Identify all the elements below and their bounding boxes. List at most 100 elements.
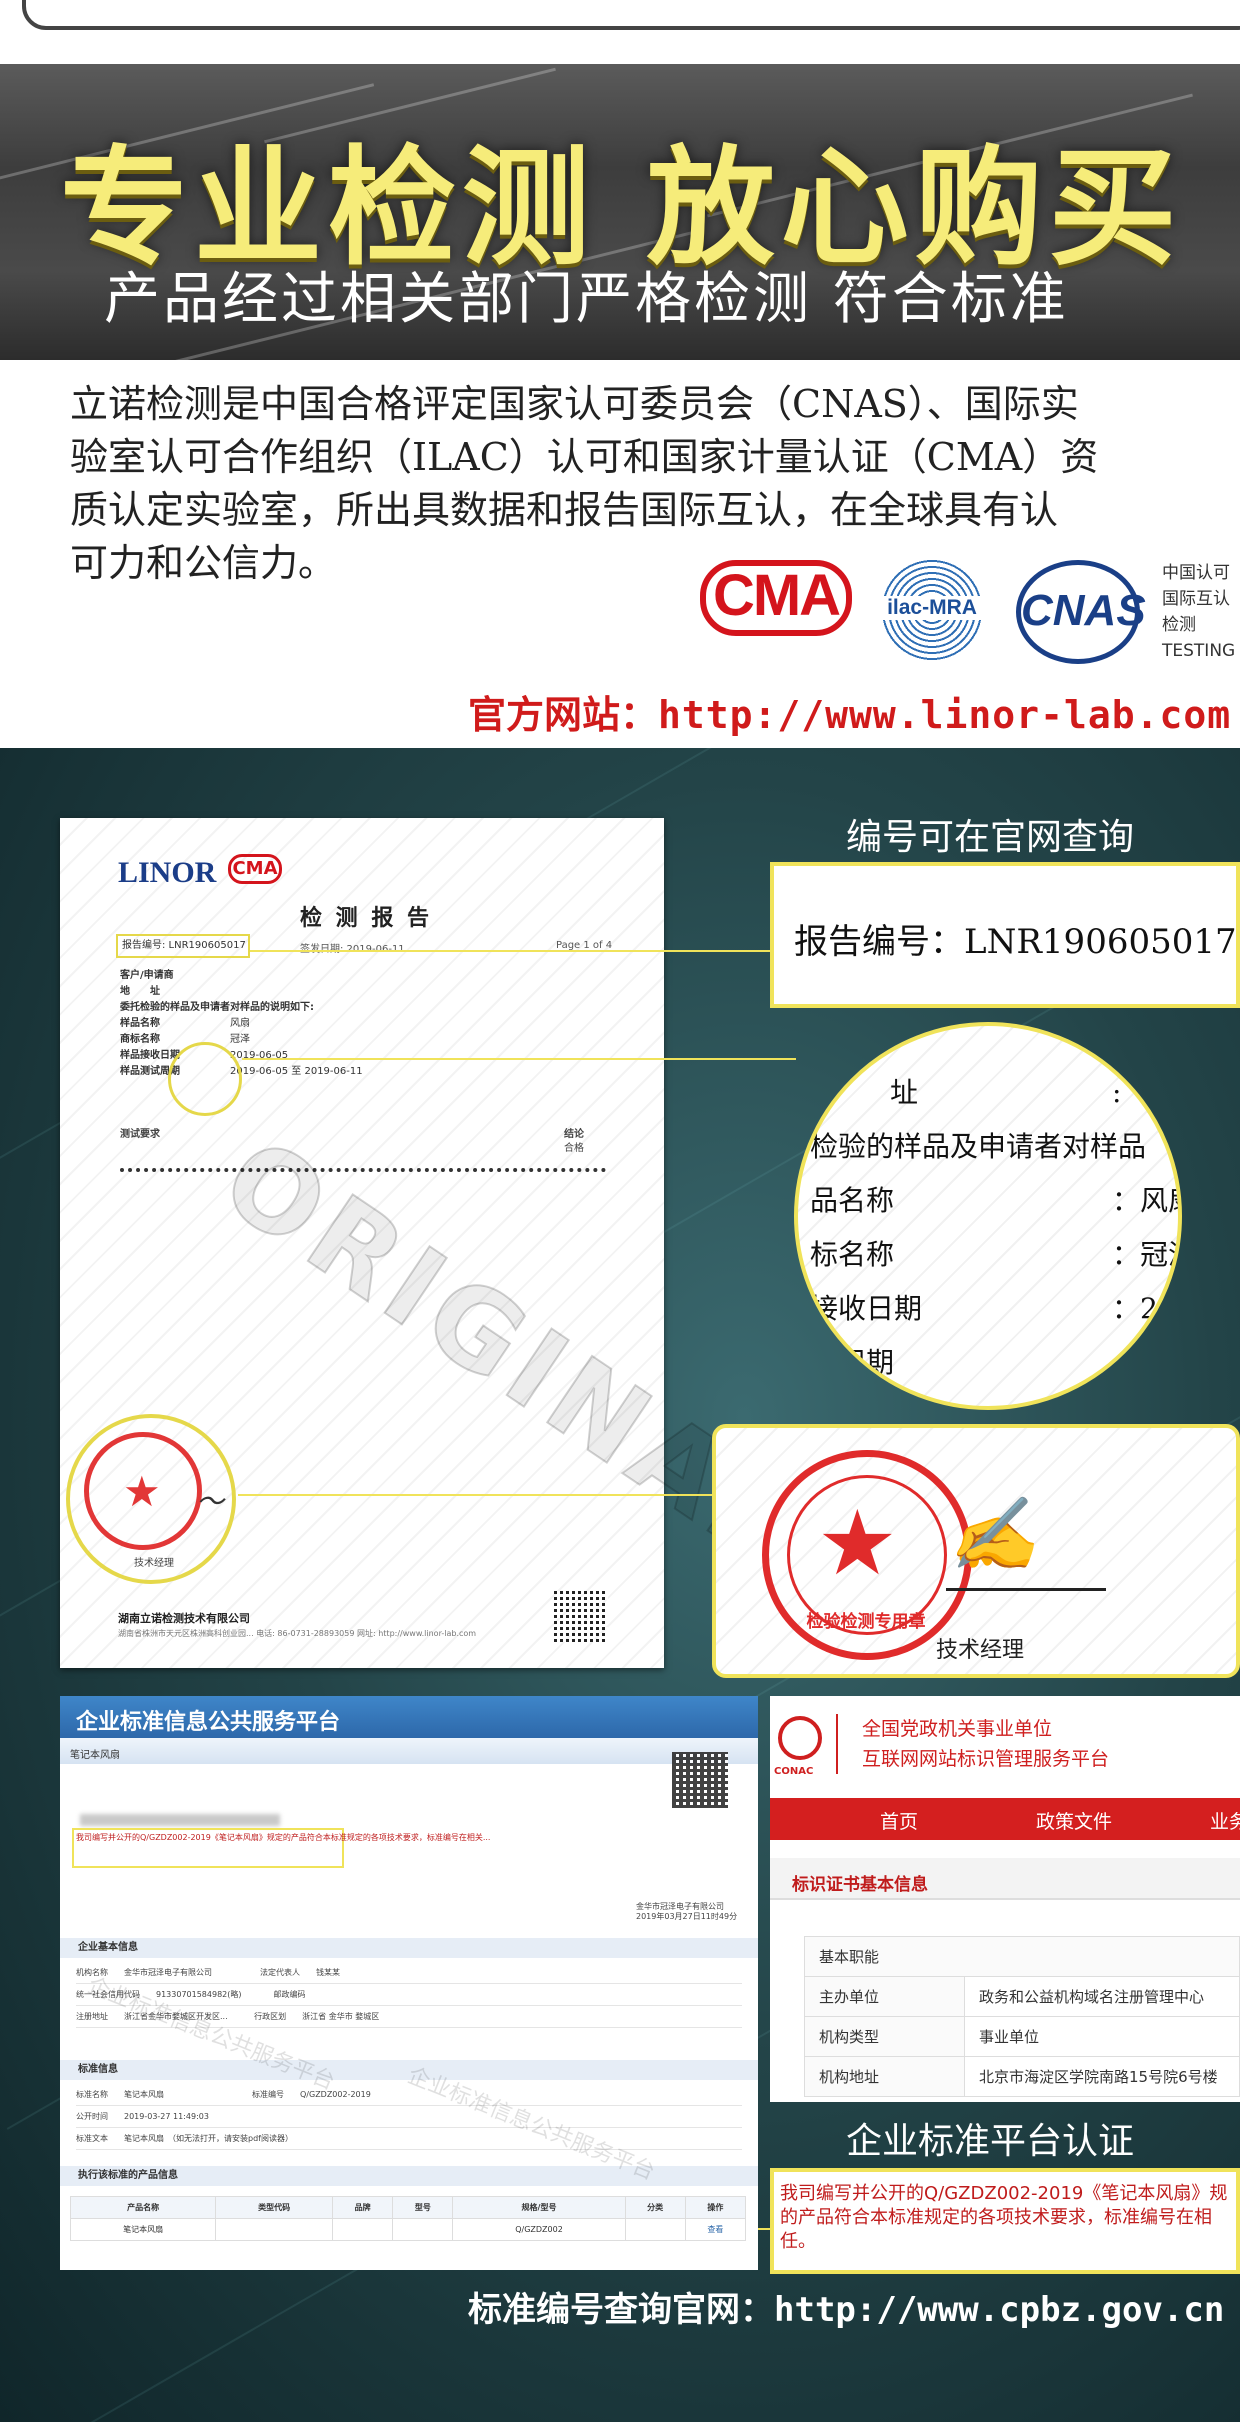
- signer-title: 技术经理: [936, 1638, 1025, 1663]
- seal-text: 检验检测专用章: [806, 1612, 926, 1632]
- standard-info-grid: 标准名称 笔记本风扇 标准编号 Q/GZDZ002-2019 公开时间 2019…: [76, 2084, 742, 2150]
- connector-line: [250, 950, 770, 952]
- table-row: 机构类型 事业单位: [804, 2016, 1240, 2057]
- conac-website-screenshot: CONAC 全国党政机关事业单位 互联网网站标识管理服务平台 首页 政策文件 业…: [770, 1696, 1240, 2102]
- table-row: 机构地址 北京市海淀区学院南路15号院6号楼: [804, 2056, 1240, 2097]
- report-number-text: 报告编号：LNR190605017: [794, 922, 1237, 962]
- intro-section: 立诺检测是中国合格评定国家认可委员会（CNAS）、国际实 验室认可合作组织（IL…: [0, 360, 1240, 748]
- nav-item-business[interactable]: 业务: [1210, 1807, 1240, 1834]
- view-link[interactable]: 查看: [684, 2218, 747, 2241]
- seal-callout: ★ 检验检测专用章 ✍ 技术经理: [712, 1424, 1240, 1678]
- report-field-row: 客户/申请商: [120, 970, 174, 981]
- report-conclusion: 测试要求 结论 合格: [120, 1129, 584, 1154]
- conac-emblem-icon: [778, 1716, 822, 1760]
- divider: [836, 1714, 838, 1774]
- connector-line: [242, 1058, 796, 1060]
- conac-nav-bar: 首页 政策文件 业务: [770, 1798, 1240, 1840]
- small-seal: ★: [84, 1432, 202, 1550]
- top-rounded-box: [22, 0, 1240, 30]
- query-label: 编号可在官网查询: [846, 817, 1135, 858]
- star-icon: ★: [817, 1491, 898, 1596]
- report-qr-code: [554, 1588, 608, 1642]
- official-website: 官方网站：http://www.linor-lab.com: [468, 684, 1231, 739]
- ilac-mra-label: ilac-MRA: [880, 596, 984, 620]
- report-zoom-circle: 址: 检验的样品及申请者对样品 品名称：风扇 标名称：冠泽 接收日期：201 试…: [794, 1022, 1182, 1410]
- enterprise-standard-platform-screenshot: 企业标准信息公共服务平台 笔记本风扇 我司编写并公开的Q/GZDZ002-201…: [60, 1696, 758, 2270]
- conac-badge-text: CONAC: [774, 1766, 814, 1777]
- report-cma-mark: CMA: [228, 854, 282, 884]
- star-icon: ★: [123, 1467, 161, 1516]
- testing-seal: ★ 检验检测专用章: [762, 1450, 972, 1660]
- platform-header: 企业标准信息公共服务平台: [60, 1696, 758, 1738]
- standard-notice-text: 我司编写并公开的Q/GZDZ002-2019《笔记本风扇》规 的产品符合本标准规…: [780, 2183, 1228, 2252]
- intro-line: 质认定实验室，所出具数据和报告国际互认，在全球具有认: [70, 488, 1059, 532]
- report-footer: 湖南省株洲市天元区株洲高科创业园... 电话: 86-0731-28893059…: [118, 1629, 477, 1638]
- standard-query-url-link[interactable]: http://www.cpbz.gov.cn: [774, 2290, 1224, 2330]
- zoom-lines: 址: 检验的样品及申请者对样品 品名称：风扇 标名称：冠泽 接收日期：201 试…: [810, 1066, 1178, 1390]
- banner: 专业检测 放心购买 产品经过相关部门严格检测 符合标准: [0, 64, 1240, 360]
- seal-source-circle: ★ 〜 技术经理: [66, 1414, 236, 1584]
- report-company: 湖南立诺检测技术有限公司: [118, 1612, 250, 1625]
- zoom-source-circle: [168, 1042, 242, 1116]
- conac-title-2: 互联网网站标识管理服务平台: [862, 1748, 1110, 1770]
- zoom-line: 检验的样品及申请者对样品: [810, 1130, 1147, 1163]
- platform-notice-text: 我司编写并公开的Q/GZDZ002-2019《笔记本风扇》规定的产品符合本标准规…: [76, 1833, 491, 1842]
- dotted-divider: [120, 1168, 606, 1172]
- connector-line: [238, 1494, 712, 1496]
- table-header-row: 产品名称 类型代码 品牌 型号 规格/型号 分类 操作: [69, 2196, 747, 2219]
- zoom-line: 品名称：风扇: [810, 1184, 1178, 1217]
- report-field-row: 地 址: [120, 986, 160, 997]
- cnas-side-line: 国际互认: [1162, 589, 1230, 609]
- website-label: 官方网站：: [468, 693, 659, 737]
- nav-item-policy[interactable]: 政策文件: [1036, 1807, 1112, 1834]
- intro-line: 立诺检测是中国合格评定国家认可委员会（CNAS）、国际实: [70, 382, 1079, 426]
- certificate-section-header: 标识证书基本信息: [770, 1858, 1240, 1900]
- standard-platform-label: 企业标准平台认证: [846, 2121, 1135, 2162]
- cnas-side-line: 检测: [1162, 615, 1196, 635]
- nav-item-home[interactable]: 首页: [880, 1807, 918, 1834]
- table-row: 基本职能: [804, 1936, 1240, 1977]
- report-number-highlight: 报告编号: LNR190605017: [116, 934, 250, 958]
- test-report-document: LINOR CMA 检 测 报 告 报告编号: LNR190605017 签发日…: [60, 818, 822, 1668]
- report-number-callout: 报告编号：LNR190605017: [770, 862, 1240, 1008]
- platform-title: 企业标准信息公共服务平台: [76, 1710, 341, 1735]
- report-field-row: 样品名称 风扇: [120, 1018, 250, 1029]
- standard-query-website: 标准编号查询官网：http://www.cpbz.gov.cn: [468, 2282, 1224, 2331]
- signature-line: [946, 1588, 1106, 1591]
- table-row: 笔记本风扇 Q/GZDZ002 查看: [69, 2218, 747, 2241]
- cnas-side-line: TESTING: [1162, 641, 1236, 661]
- product-detail-page: 专业检测 放心购买 产品经过相关部门严格检测 符合标准 立诺检测是中国合格评定国…: [0, 0, 1240, 2422]
- report-field-row: 委托检验的样品及申请者对样品的说明如下:: [120, 1002, 314, 1013]
- intro-paragraph: 立诺检测是中国合格评定国家认可委员会（CNAS）、国际实 验室认可合作组织（IL…: [70, 378, 1240, 590]
- platform-qr-code: [672, 1752, 728, 1808]
- platform-subheader: [60, 1738, 758, 1764]
- report-title: 检 测 报 告: [300, 906, 432, 931]
- top-strip: [0, 0, 1240, 64]
- intro-line: 验室认可合作组织（ILAC）认可和国家计量认证（CMA）资: [70, 435, 1099, 479]
- cma-logo: CMA: [700, 560, 852, 636]
- platform-company-stamp: 金华市冠泽电子有限公司 2019年03月27日11时49分: [636, 1902, 738, 1921]
- website-url-link[interactable]: http://www.linor-lab.com: [658, 693, 1231, 737]
- zoom-line: 址:: [890, 1076, 1122, 1109]
- platform-tab[interactable]: 笔记本风扇: [70, 1746, 120, 1761]
- section-basic-info: 企业基本信息: [60, 1938, 758, 1958]
- linor-logo: LINOR: [118, 856, 217, 889]
- zoom-line: 标名称：冠泽: [810, 1238, 1178, 1271]
- certificate-section-title: 标识证书基本信息: [792, 1875, 928, 1895]
- standard-query-label: 标准编号查询官网：: [468, 2290, 774, 2330]
- blurred-title: [80, 1814, 280, 1826]
- small-signature: 〜: [196, 1485, 225, 1518]
- standard-notice-callout: 我司编写并公开的Q/GZDZ002-2019《笔记本风扇》规 的产品符合本标准规…: [770, 2168, 1240, 2274]
- report-issue-date: 签发日期: 2019-06-11: [300, 940, 405, 955]
- certificate-info-table: 基本职能 主办单位 政务和公益机构域名注册管理中心 机构类型 事业单位 机构地址 北京…: [804, 1936, 1240, 2097]
- table-row: 主办单位 政务和公益机构域名注册管理中心: [804, 1976, 1240, 2017]
- small-signer-title: 技术经理: [134, 1558, 174, 1569]
- conac-title-1: 全国党政机关事业单位: [862, 1718, 1053, 1740]
- zoom-line: 接收日期：201: [810, 1292, 1178, 1325]
- cnas-side-line: 中国认可: [1162, 563, 1230, 583]
- signature: ✍: [948, 1492, 1038, 1576]
- cnas-logo: CNAS: [1016, 560, 1146, 664]
- ilac-mra-logo: ilac-MRA: [880, 558, 984, 662]
- product-table: 产品名称 类型代码 品牌 型号 规格/型号 分类 操作 笔记本风扇 Q/GZDZ002 查看: [69, 2196, 747, 2241]
- zoom-line: 试周期:: [810, 1346, 1122, 1379]
